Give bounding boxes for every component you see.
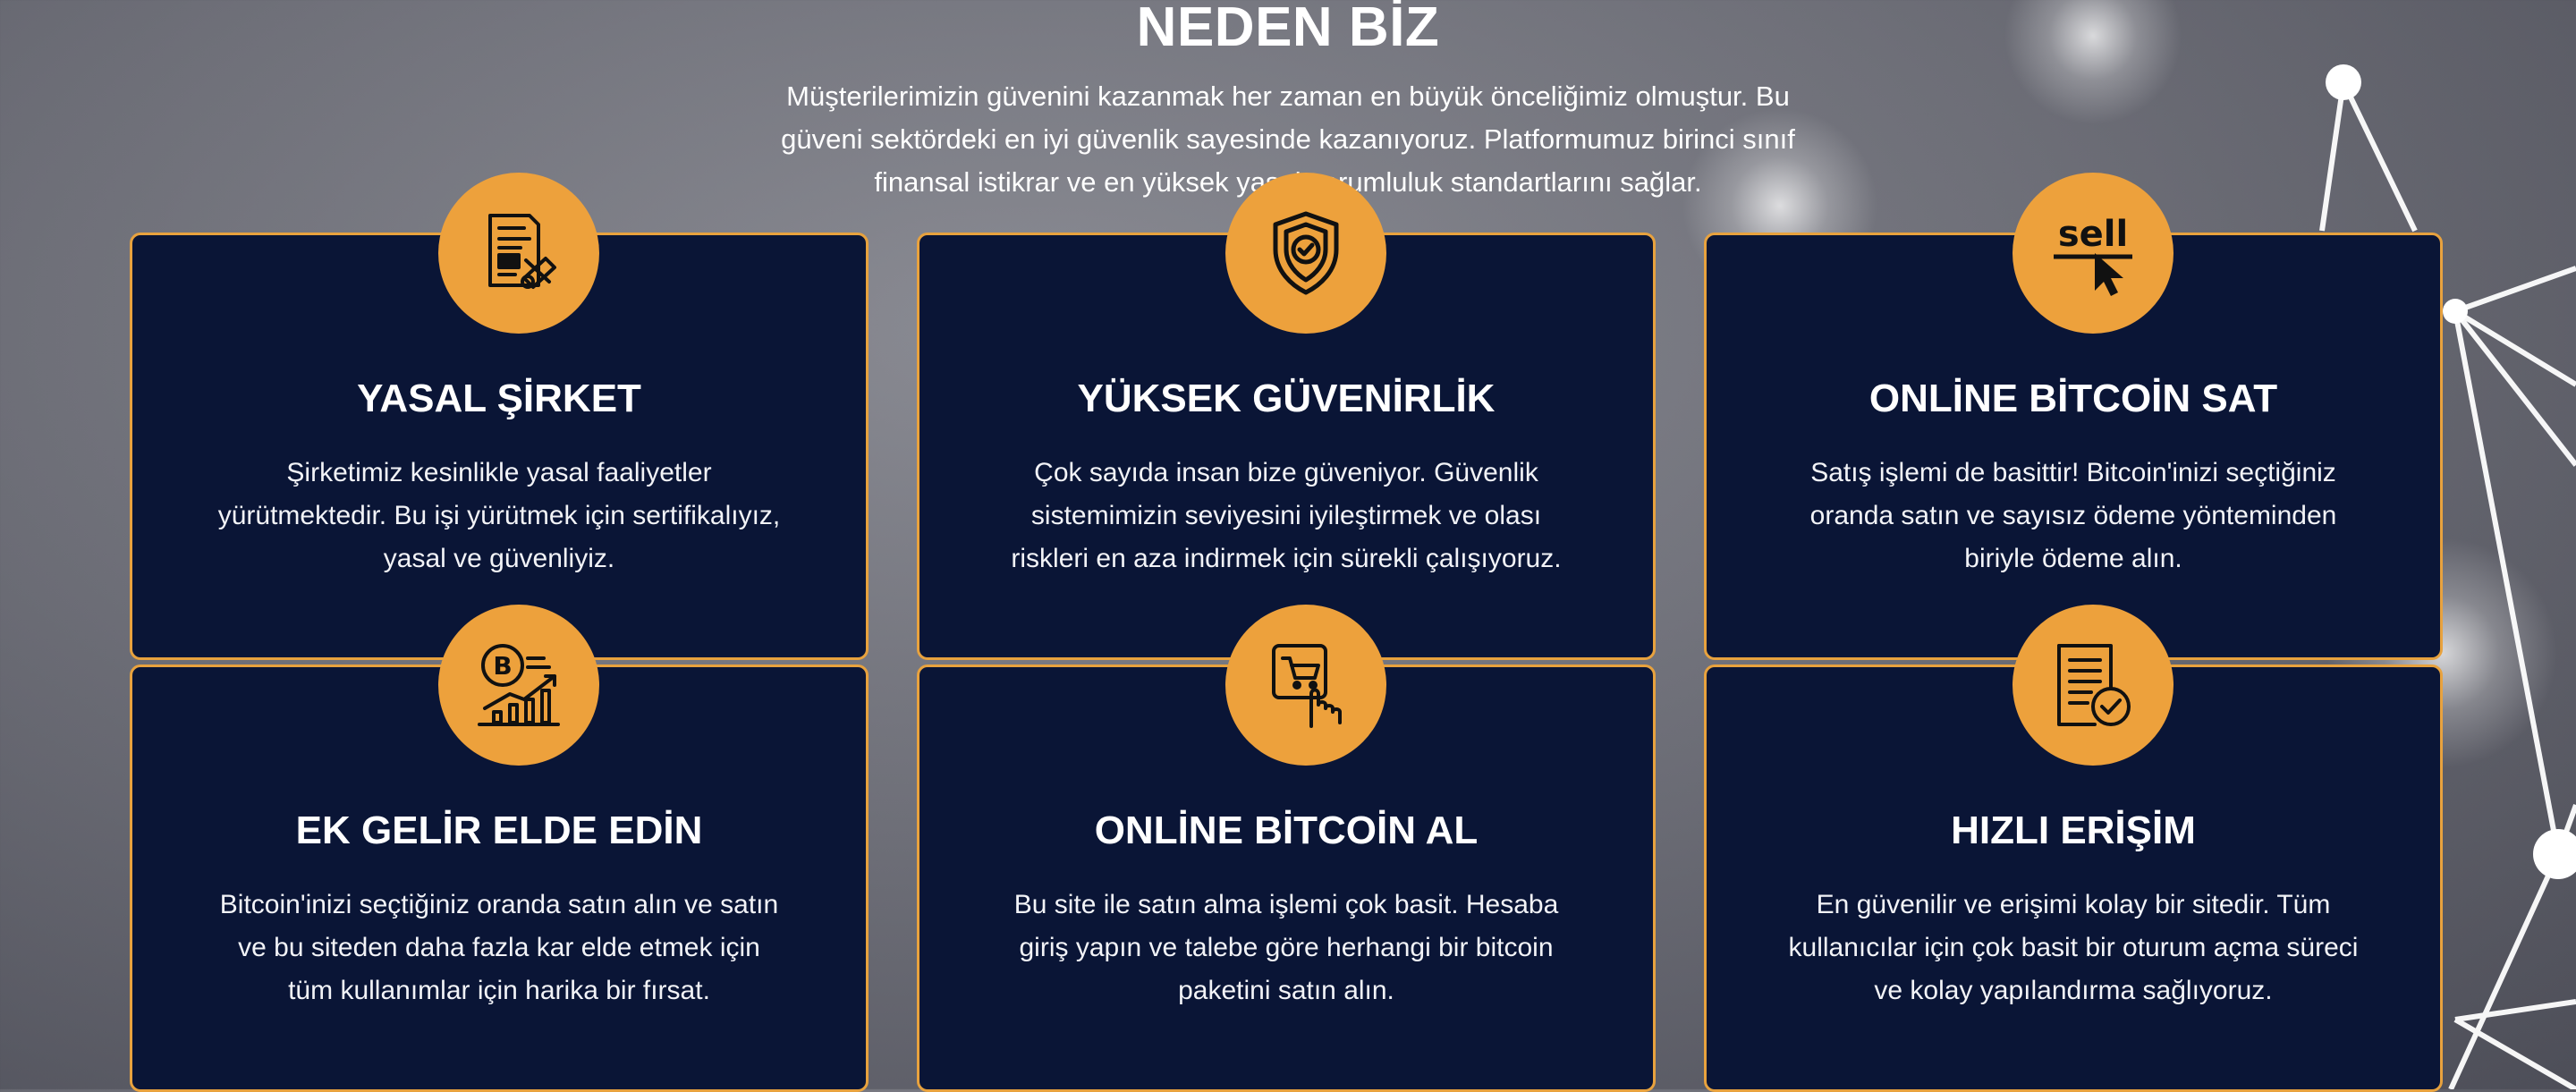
svg-text:sell: sell <box>2058 214 2128 255</box>
shopping-cart-touch-icon <box>1272 644 1342 728</box>
icon-badge <box>438 173 599 334</box>
card-text: Bitcoin'inizi seçtiğiniz oranda satın al… <box>219 890 779 1005</box>
icon-badge <box>2012 605 2174 766</box>
card-title: EK GELİR ELDE EDİN <box>295 808 703 852</box>
card-title: YASAL ŞİRKET <box>357 377 641 420</box>
svg-text:B: B <box>493 651 512 681</box>
legal-document-icon <box>488 214 556 289</box>
icon-badge <box>1225 605 1386 766</box>
card-title: YÜKSEK GÜVENİRLİK <box>1077 377 1496 420</box>
icon-badge: B <box>438 605 599 766</box>
card-text: Bu site ile satın alma işlemi çok basit.… <box>1013 890 1559 1005</box>
card-text: Şirketimiz kesinlikle yasal faaliyetler … <box>217 458 781 573</box>
checklist-icon <box>2057 644 2131 726</box>
bitcoin-growth-chart-icon: B <box>478 644 560 726</box>
card-title: ONLİNE BİTCOİN SAT <box>1868 377 2278 420</box>
card-title: ONLİNE BİTCOİN AL <box>1094 808 1479 852</box>
card-text: Çok sayıda insan bize güveniyor. Güvenli… <box>1011 458 1562 573</box>
sell-cursor-icon: sell <box>2054 214 2132 296</box>
section-title: NEDEN BİZ <box>1136 0 1440 58</box>
shield-check-icon <box>1273 211 1339 295</box>
icon-badge: sell <box>2012 173 2174 334</box>
card-text: Satış işlemi de basittir! Bitcoin'inizi … <box>1809 458 2337 573</box>
icon-badge <box>1225 173 1386 334</box>
card-title: HIZLI ERİŞİM <box>1951 808 2196 852</box>
card-text: En güvenilir ve erişimi kolay bir sitedi… <box>1788 890 2359 1005</box>
